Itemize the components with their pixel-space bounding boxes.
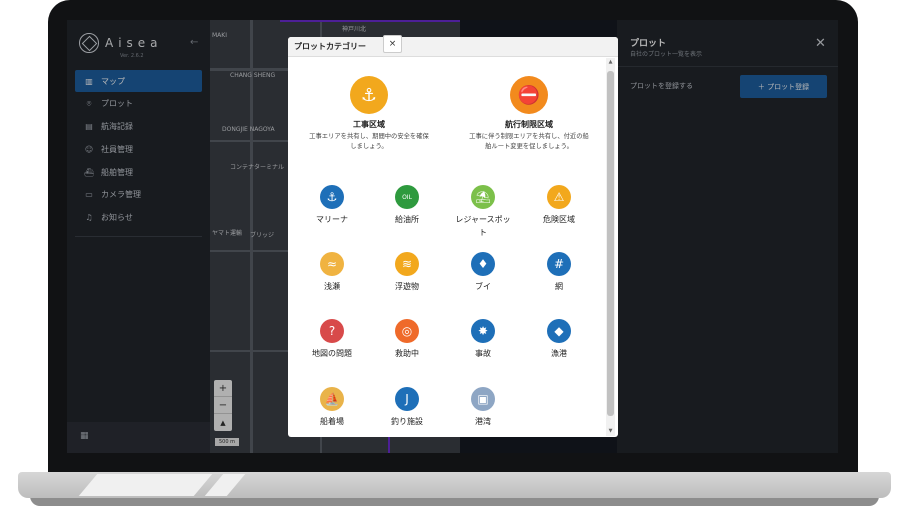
category-crane-hook[interactable]: ⚓ 工事区域工事エリアを共有し、期間中の安全を確保しましょう。 [304,76,434,152]
category-no-ship[interactable]: ⛔ 航行制限区域工事に伴う制限エリアを共有し、付近の船舶ルート変更を促しましょう。 [464,76,594,152]
pier-icon: ⛵ [320,387,344,411]
shallow-icon: ≈ [320,252,344,276]
oil-icon: OIL [395,185,419,209]
modal-scrollbar[interactable]: ▲ ▼ [606,58,615,436]
scroll-up-arrow-icon[interactable]: ▲ [606,58,615,66]
category-debris[interactable]: ≋ 浮遊物 [377,252,437,293]
lifebuoy-icon: ◎ [395,319,419,343]
modal-close-button[interactable]: × [383,35,402,53]
scroll-down-arrow-icon[interactable]: ▼ [606,427,615,435]
category-label: 救助中 [395,349,419,358]
no-ship-icon: ⛔ [510,76,548,114]
category-label: 浅瀬 [324,282,340,291]
harbor-icon: ▣ [471,387,495,411]
category-label: マリーナ [316,215,348,224]
category-label: レジャースポット [455,215,511,237]
laptop-base-highlight [78,474,213,496]
category-anchor[interactable]: ⚓ マリーナ [302,185,362,226]
category-label: 網 [555,282,563,291]
warning-icon: ⚠ [547,185,571,209]
debris-icon: ≋ [395,252,419,276]
category-title: 工事区域 [353,120,385,129]
category-label: 漁港 [551,349,567,358]
leisure-icon: ⛱ [471,185,495,209]
accident-icon: ✸ [471,319,495,343]
anchor-icon: ⚓ [320,185,344,209]
category-buoy[interactable]: ♦ ブイ [453,252,513,293]
category-fishing-hook[interactable]: J 釣り施設 [377,387,437,428]
fishing-hook-icon: J [395,387,419,411]
category-lifebuoy[interactable]: ◎ 救助中 [377,319,437,360]
category-map-issue[interactable]: ? 地図の問題 [302,319,362,360]
category-label: ブイ [475,282,491,291]
category-label: 地図の問題 [312,349,352,358]
app-screen: Aisea Ver. 2.6.2 ← ▥ マップ ⌾ プロット ▤ 航海記録 ☺ 社員管理 ⛴ 船… [67,20,838,453]
category-fishing-port[interactable]: ◆ 漁港 [529,319,589,360]
scroll-thumb[interactable] [607,71,614,416]
fishing-port-icon: ◆ [547,319,571,343]
category-net[interactable]: # 網 [529,252,589,293]
category-label: 事故 [475,349,491,358]
category-title: 航行制限区域 [505,120,553,129]
category-label: 給油所 [395,215,419,224]
category-pier[interactable]: ⛵ 船着場 [302,387,362,428]
crane-hook-icon: ⚓ [350,76,388,114]
category-label: 港湾 [475,417,491,426]
category-label: 浮遊物 [395,282,419,291]
category-warning[interactable]: ⚠ 危険区域 [529,185,589,226]
category-harbor[interactable]: ▣ 港湾 [453,387,513,428]
net-icon: # [547,252,571,276]
category-label: 船着場 [320,417,344,426]
category-leisure[interactable]: ⛱ レジャースポット [453,185,513,239]
category-oil[interactable]: OIL 給油所 [377,185,437,226]
category-label: 危険区域 [543,215,575,224]
buoy-icon: ♦ [471,252,495,276]
category-label: 釣り施設 [391,417,423,426]
category-shallow[interactable]: ≈ 浅瀬 [302,252,362,293]
category-description: 工事に伴う制限エリアを共有し、付近の船舶ルート変更を促しましょう。 [469,133,589,150]
plot-category-modal: プロットカテゴリー ⚓ 工事区域工事エリアを共有し、期間中の安全を確保しましょう。… [288,37,618,437]
modal-title: プロットカテゴリー [288,37,618,57]
category-accident[interactable]: ✸ 事故 [453,319,513,360]
map-issue-icon: ? [320,319,344,343]
category-description: 工事エリアを共有し、期間中の安全を確保しましょう。 [309,133,429,150]
